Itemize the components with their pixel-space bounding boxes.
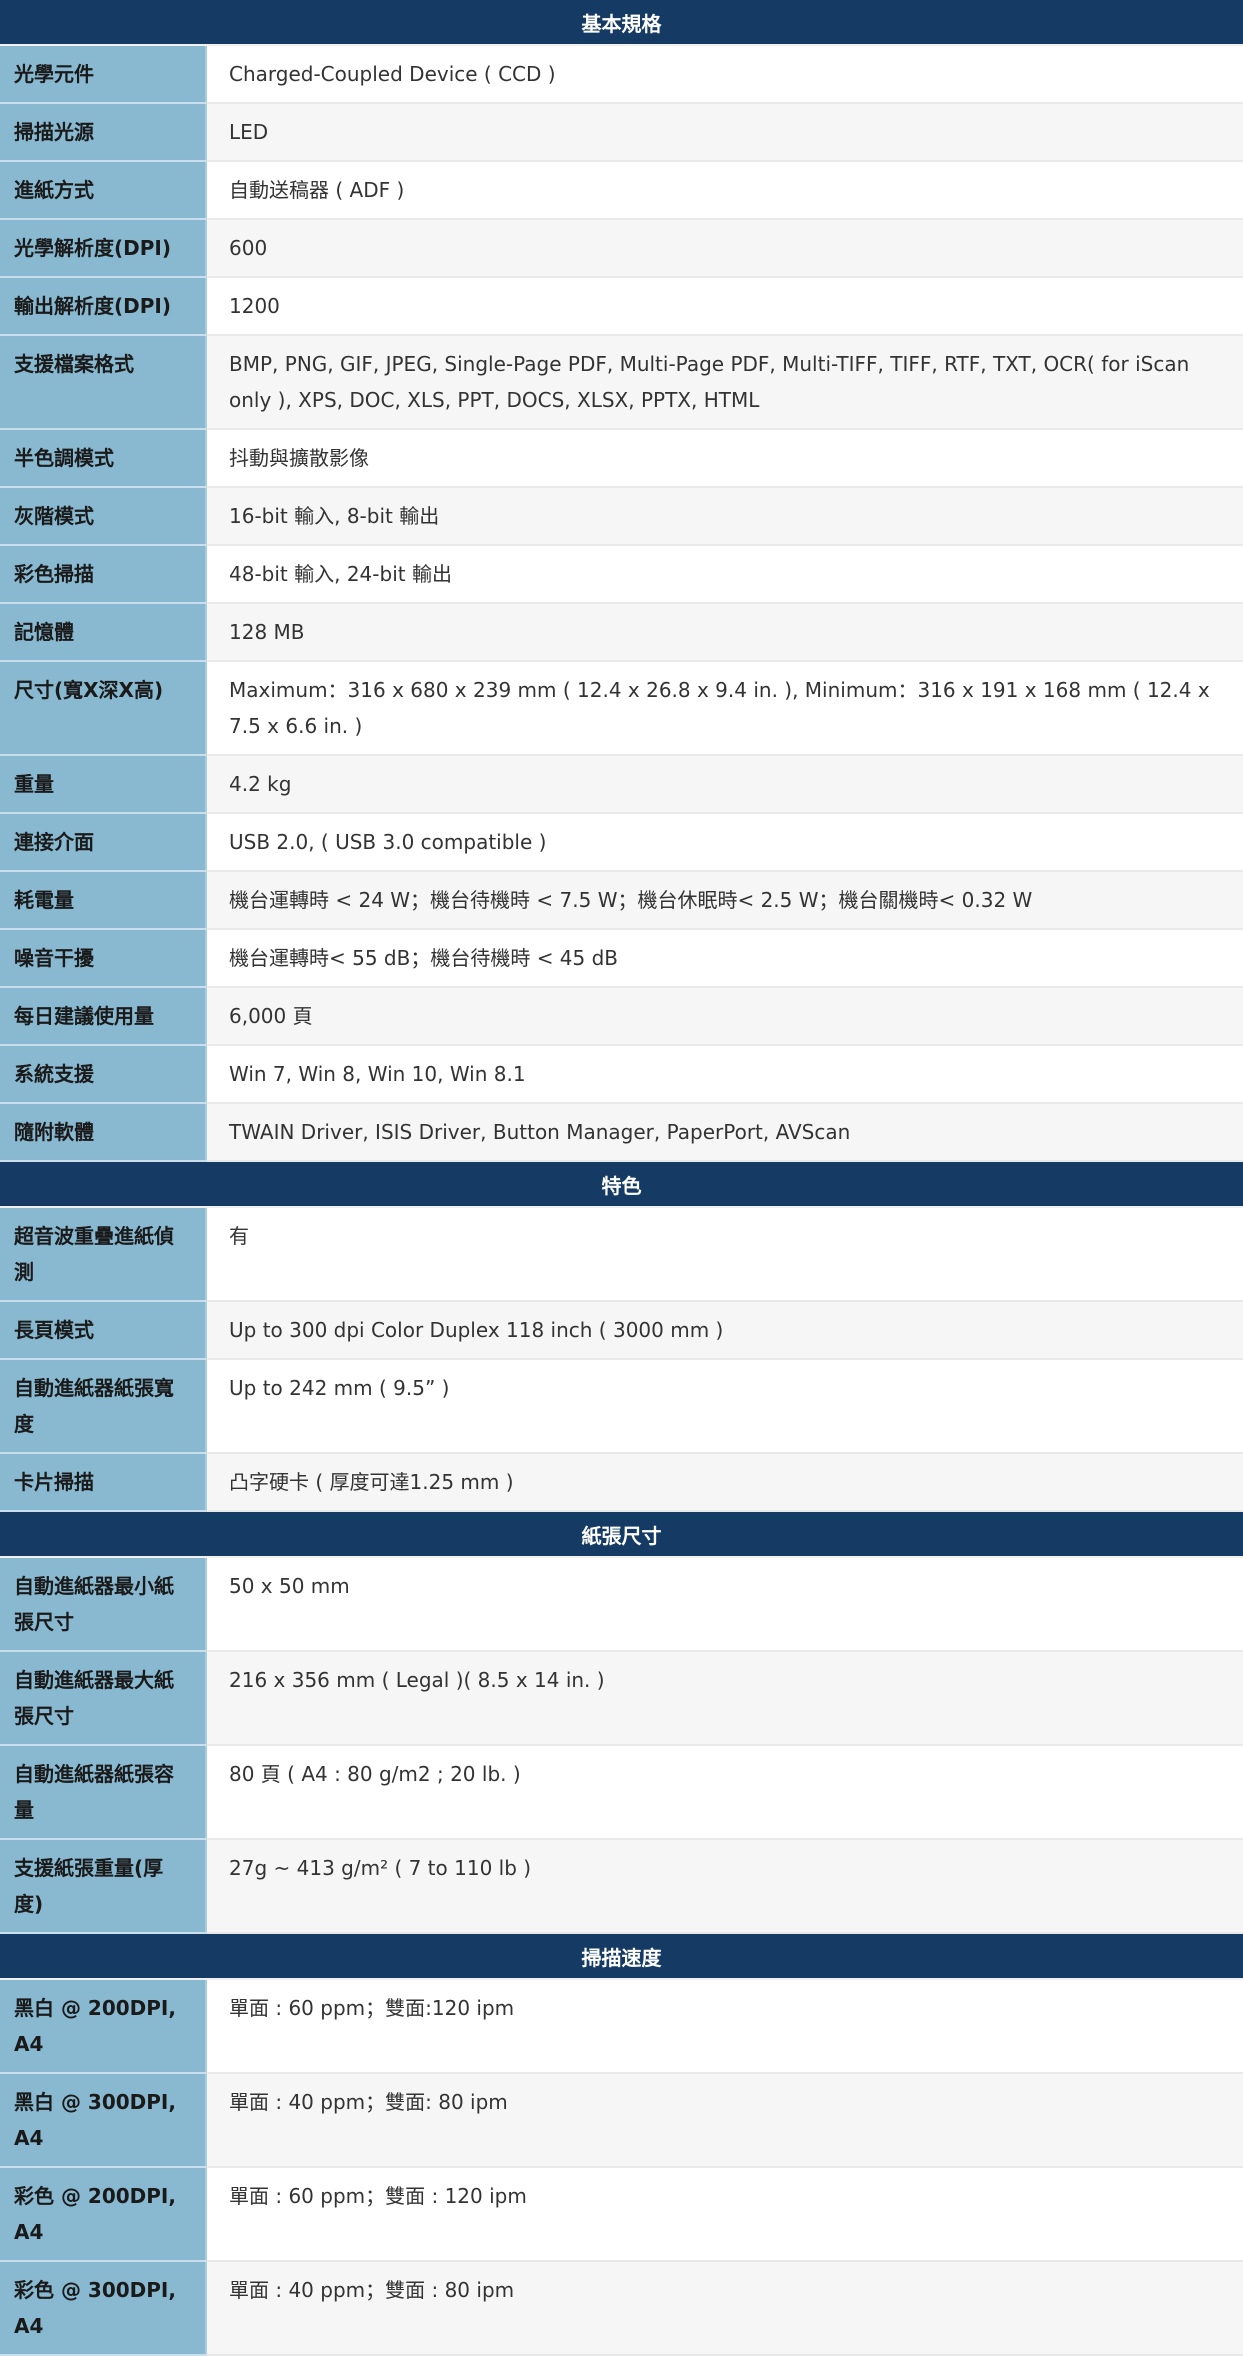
row-value: 單面 : 60 ppm；雙面 : 120 ipm	[206, 2167, 1243, 2262]
row-value: 機台運轉時 < 24 W；機台待機時 < 7.5 W；機台休眠時< 2.5 W；…	[206, 871, 1243, 930]
table-row: 光學解析度(DPI) 600	[0, 219, 1243, 278]
row-value: 凸字硬卡 ( 厚度可達1.25 mm )	[206, 1453, 1243, 1512]
row-label: 自動進紙器最小紙張尺寸	[0, 1557, 207, 1652]
table-row: 自動進紙器紙張容量 80 頁 ( A4 : 80 g/m2 ; 20 lb. )	[0, 1745, 1243, 1840]
row-value: 128 MB	[206, 603, 1243, 662]
row-label: 黑白 @ 200DPI, A4	[0, 1979, 207, 2074]
row-value: Maximum：316 x 680 x 239 mm ( 12.4 x 26.8…	[206, 661, 1243, 756]
row-label: 彩色 @ 300DPI, A4	[0, 2261, 207, 2356]
row-label: 半色調模式	[0, 429, 207, 488]
table-row: 彩色 @ 200DPI, A4 單面 : 60 ppm；雙面 : 120 ipm	[0, 2167, 1243, 2262]
row-label: 自動進紙器最大紙張尺寸	[0, 1651, 207, 1746]
row-label: 輸出解析度(DPI)	[0, 277, 207, 336]
spec-table: 基本規格 光學元件 Charged-Coupled Device ( CCD ) …	[0, 0, 1243, 2356]
section-header-basic-specs: 基本規格	[0, 0, 1243, 46]
table-row: 掃描光源 LED	[0, 103, 1243, 162]
row-label: 支援檔案格式	[0, 335, 207, 430]
table-row: 進紙方式 自動送稿器 ( ADF )	[0, 161, 1243, 220]
row-value: 自動送稿器 ( ADF )	[206, 161, 1243, 220]
row-value: 27g ~ 413 g/m² ( 7 to 110 lb )	[206, 1839, 1243, 1934]
table-row: 超音波重疊進紙偵測有	[0, 1207, 1243, 1302]
row-value: BMP, PNG, GIF, JPEG, Single-Page PDF, Mu…	[206, 335, 1243, 430]
row-value: 有	[206, 1207, 1243, 1302]
table-row: 每日建議使用量 6,000 頁	[0, 987, 1243, 1046]
table-row: 半色調模式 抖動與擴散影像	[0, 429, 1243, 488]
row-label: 掃描光源	[0, 103, 207, 162]
section-title: 紙張尺寸	[0, 1511, 1243, 1558]
row-value: Up to 242 mm ( 9.5” )	[206, 1359, 1243, 1454]
row-label: 耗電量	[0, 871, 207, 930]
section-title: 掃描速度	[0, 1933, 1243, 1980]
row-label: 支援紙張重量(厚度)	[0, 1839, 207, 1934]
row-value: 單面 : 40 ppm；雙面 : 80 ipm	[206, 2261, 1243, 2356]
row-label: 記憶體	[0, 603, 207, 662]
table-row: 耗電量 機台運轉時 < 24 W；機台待機時 < 7.5 W；機台休眠時< 2.5…	[0, 871, 1243, 930]
row-value: Charged-Coupled Device ( CCD )	[206, 45, 1243, 104]
section-header-paper-size: 紙張尺寸	[0, 1511, 1243, 1558]
row-value: 4.2 kg	[206, 755, 1243, 814]
table-row: 系統支援 Win 7, Win 8, Win 10, Win 8.1	[0, 1045, 1243, 1104]
table-row: 重量 4.2 kg	[0, 755, 1243, 814]
table-row: 支援檔案格式 BMP, PNG, GIF, JPEG, Single-Page P…	[0, 335, 1243, 430]
table-row: 自動進紙器紙張寬度 Up to 242 mm ( 9.5” )	[0, 1359, 1243, 1454]
section-header-scan-speed: 掃描速度	[0, 1933, 1243, 1980]
row-value: 80 頁 ( A4 : 80 g/m2 ; 20 lb. )	[206, 1745, 1243, 1840]
row-value: 600	[206, 219, 1243, 278]
table-row: 支援紙張重量(厚度) 27g ~ 413 g/m² ( 7 to 110 lb )	[0, 1839, 1243, 1934]
row-value: 1200	[206, 277, 1243, 336]
row-label: 卡片掃描	[0, 1453, 207, 1512]
row-value: 48-bit 輸入, 24-bit 輸出	[206, 545, 1243, 604]
table-row: 尺寸(寬X深X高) Maximum：316 x 680 x 239 mm ( 12…	[0, 661, 1243, 756]
table-row: 彩色 @ 300DPI, A4 單面 : 40 ppm；雙面 : 80 ipm	[0, 2261, 1243, 2356]
table-row: 連接介面 USB 2.0, ( USB 3.0 compatible )	[0, 813, 1243, 872]
row-label: 系統支援	[0, 1045, 207, 1104]
row-value: 單面 : 40 ppm；雙面: 80 ipm	[206, 2073, 1243, 2168]
table-row: 輸出解析度(DPI) 1200	[0, 277, 1243, 336]
row-value: 216 x 356 mm ( Legal )( 8.5 x 14 in. )	[206, 1651, 1243, 1746]
table-row: 灰階模式 16-bit 輸入, 8-bit 輸出	[0, 487, 1243, 546]
row-label: 噪音干擾	[0, 929, 207, 988]
table-row: 自動進紙器最小紙張尺寸 50 x 50 mm	[0, 1557, 1243, 1652]
section-header-features: 特色	[0, 1161, 1243, 1208]
row-label: 長頁模式	[0, 1301, 207, 1360]
table-row: 噪音干擾 機台運轉時< 55 dB；機台待機時 < 45 dB	[0, 929, 1243, 988]
row-value: 抖動與擴散影像	[206, 429, 1243, 488]
row-label: 光學解析度(DPI)	[0, 219, 207, 278]
row-label: 彩色掃描	[0, 545, 207, 604]
row-value: 50 x 50 mm	[206, 1557, 1243, 1652]
row-value: USB 2.0, ( USB 3.0 compatible )	[206, 813, 1243, 872]
row-label: 灰階模式	[0, 487, 207, 546]
row-label: 隨附軟體	[0, 1103, 207, 1162]
row-value: 機台運轉時< 55 dB；機台待機時 < 45 dB	[206, 929, 1243, 988]
table-row: 黑白 @ 200DPI, A4 單面 : 60 ppm；雙面:120 ipm	[0, 1979, 1243, 2074]
row-value: Win 7, Win 8, Win 10, Win 8.1	[206, 1045, 1243, 1104]
row-value: 16-bit 輸入, 8-bit 輸出	[206, 487, 1243, 546]
table-row: 卡片掃描 凸字硬卡 ( 厚度可達1.25 mm )	[0, 1453, 1243, 1512]
row-value: 6,000 頁	[206, 987, 1243, 1046]
row-label: 黑白 @ 300DPI, A4	[0, 2073, 207, 2168]
row-label: 超音波重疊進紙偵測	[0, 1207, 207, 1302]
row-value: Up to 300 dpi Color Duplex 118 inch ( 30…	[206, 1301, 1243, 1360]
row-label: 連接介面	[0, 813, 207, 872]
table-row: 隨附軟體 TWAIN Driver, ISIS Driver, Button Ma…	[0, 1103, 1243, 1162]
table-row: 記憶體 128 MB	[0, 603, 1243, 662]
section-title: 基本規格	[0, 0, 1243, 46]
row-label: 彩色 @ 200DPI, A4	[0, 2167, 207, 2262]
row-value: TWAIN Driver, ISIS Driver, Button Manage…	[206, 1103, 1243, 1162]
table-row: 彩色掃描 48-bit 輸入, 24-bit 輸出	[0, 545, 1243, 604]
row-label: 光學元件	[0, 45, 207, 104]
table-row: 光學元件 Charged-Coupled Device ( CCD )	[0, 45, 1243, 104]
table-row: 自動進紙器最大紙張尺寸 216 x 356 mm ( Legal )( 8.5 x…	[0, 1651, 1243, 1746]
row-value: LED	[206, 103, 1243, 162]
row-value: 單面 : 60 ppm；雙面:120 ipm	[206, 1979, 1243, 2074]
row-label: 尺寸(寬X深X高)	[0, 661, 207, 756]
row-label: 進紙方式	[0, 161, 207, 220]
table-row: 長頁模式 Up to 300 dpi Color Duplex 118 inch …	[0, 1301, 1243, 1360]
table-row: 黑白 @ 300DPI, A4 單面 : 40 ppm；雙面: 80 ipm	[0, 2073, 1243, 2168]
row-label: 重量	[0, 755, 207, 814]
section-title: 特色	[0, 1161, 1243, 1208]
row-label: 每日建議使用量	[0, 987, 207, 1046]
row-label: 自動進紙器紙張容量	[0, 1745, 207, 1840]
row-label: 自動進紙器紙張寬度	[0, 1359, 207, 1454]
